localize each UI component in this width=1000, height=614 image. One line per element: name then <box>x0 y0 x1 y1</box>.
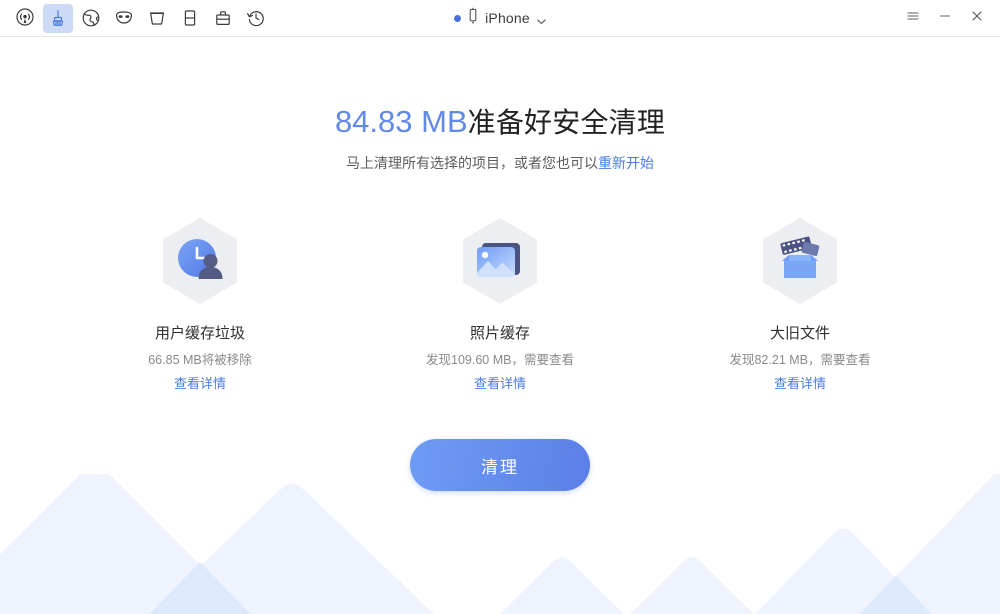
mountain-decoration <box>0 466 1000 614</box>
view-details-link[interactable]: 查看详情 <box>774 375 826 393</box>
toolbox-icon <box>213 8 233 28</box>
photo-cache-image-icon <box>450 211 550 311</box>
globe-icon <box>81 8 101 28</box>
tool-button-trash[interactable] <box>142 4 172 33</box>
view-details-link[interactable]: 查看详情 <box>474 375 526 393</box>
tool-button-toolbox[interactable] <box>208 4 238 33</box>
view-details-link[interactable]: 查看详情 <box>174 375 226 393</box>
device-status-dot <box>454 14 462 22</box>
tool-button-device[interactable] <box>175 4 205 33</box>
iphone-icon <box>467 7 479 29</box>
chevron-down-icon[interactable] <box>536 14 546 25</box>
restart-link[interactable]: 重新开始 <box>598 155 654 171</box>
cta-container: 清理 <box>0 439 1000 491</box>
card-large-old-files[interactable]: 大旧文件 发现82.21 MB，需要查看 查看详情 <box>710 211 890 393</box>
window-controls <box>898 0 992 36</box>
broadcast-icon <box>15 8 35 28</box>
card-title: 大旧文件 <box>769 325 830 342</box>
title-bar: iPhone <box>0 0 1000 37</box>
broom-icon <box>48 8 68 28</box>
clean-button[interactable]: 清理 <box>410 439 590 491</box>
hamburger-menu-button[interactable] <box>898 4 928 32</box>
mask-icon <box>114 8 134 28</box>
close-icon <box>970 9 984 28</box>
page-title-text: 准备好安全清理 <box>467 107 666 138</box>
user-cache-clock-person-icon <box>150 211 250 311</box>
minimize-button[interactable] <box>930 4 960 32</box>
card-subtitle: 66.85 MB将被移除 <box>148 353 252 367</box>
tool-button-broadcast[interactable] <box>10 4 40 33</box>
close-button[interactable] <box>962 4 992 32</box>
page-title: 84.83 MB准备好安全清理 <box>0 103 1000 142</box>
minimize-icon <box>938 9 952 28</box>
card-photo-cache[interactable]: 照片缓存 发现109.60 MB，需要查看 查看详情 <box>410 211 590 393</box>
large-old-files-box-icon <box>750 211 850 311</box>
card-user-cache[interactable]: 用户缓存垃圾 66.85 MB将被移除 查看详情 <box>110 211 290 393</box>
card-subtitle: 发现82.21 MB，需要查看 <box>729 353 871 367</box>
card-subtitle: 发现109.60 MB，需要查看 <box>426 353 574 367</box>
tool-button-clean[interactable] <box>43 3 73 33</box>
tool-button-browser[interactable] <box>76 4 106 33</box>
card-title: 照片缓存 <box>469 325 530 342</box>
page-subtitle-text: 马上清理所有选择的项目，或者您也可以 <box>346 155 598 171</box>
summary-cards: 用户缓存垃圾 66.85 MB将被移除 查看详情 照片缓存 发现109.60 M… <box>0 211 1000 393</box>
device-name-label: iPhone <box>485 10 530 26</box>
trash-icon <box>147 8 167 28</box>
card-title: 用户缓存垃圾 <box>154 325 245 342</box>
toolbar <box>0 3 271 33</box>
hamburger-menu-icon <box>906 9 920 28</box>
history-icon <box>246 8 266 28</box>
tool-button-history[interactable] <box>241 4 271 33</box>
main-content: 84.83 MB准备好安全清理 马上清理所有选择的项目，或者您也可以重新开始 用… <box>0 103 1000 491</box>
device-icon <box>180 8 200 28</box>
tool-button-privacy[interactable] <box>109 4 139 33</box>
cleanable-amount: 84.83 MB <box>334 104 468 139</box>
page-subtitle: 马上清理所有选择的项目，或者您也可以重新开始 <box>0 153 1000 173</box>
